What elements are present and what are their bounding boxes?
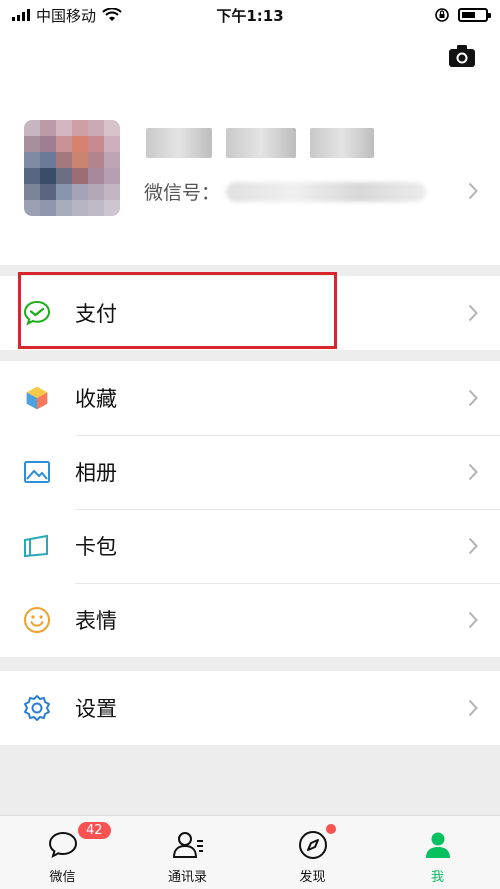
- wechat-pay-icon: [23, 300, 51, 326]
- wifi-icon: [102, 8, 122, 21]
- wechat-id-label: 微信号：: [144, 182, 221, 204]
- settings-gear-icon: [24, 695, 50, 721]
- chevron-right-icon: [468, 463, 478, 481]
- chevron-right-icon: [468, 537, 478, 555]
- menu-item-album[interactable]: 相册: [0, 435, 500, 509]
- album-image-icon: [24, 461, 50, 483]
- chevron-right-icon: [468, 182, 478, 200]
- tab-discover[interactable]: 发现: [250, 816, 375, 889]
- chat-bubble-icon: [48, 831, 77, 858]
- menu-item-card-wallet[interactable]: 卡包: [0, 509, 500, 583]
- status-bar: 中国移动 下午1:13: [0, 0, 500, 30]
- menu-group-settings: 设置: [0, 671, 500, 745]
- tab-label: 发现: [299, 870, 326, 885]
- notification-dot: [326, 824, 336, 834]
- wechat-id-blurred: [226, 181, 427, 202]
- menu-item-stickers[interactable]: 表情: [0, 583, 500, 657]
- tab-label: 通讯录: [167, 870, 207, 885]
- signal-icon: [12, 9, 30, 21]
- tab-bar: 42 微信 通讯录 发现 我: [0, 815, 500, 889]
- card-wallet-icon: [24, 534, 48, 558]
- menu-item-label: 表情: [75, 609, 117, 633]
- menu-item-label: 设置: [75, 697, 117, 721]
- chevron-right-icon: [468, 304, 478, 322]
- tab-label: 微信: [49, 870, 76, 885]
- unread-badge: 42: [78, 822, 111, 839]
- battery-icon: [458, 8, 491, 22]
- chevron-right-icon: [468, 699, 478, 717]
- menu-group-tools: 收藏 相册 卡包 表情: [0, 361, 500, 657]
- profile-header[interactable]: 微信号：: [0, 30, 500, 265]
- menu-item-label: 卡包: [75, 535, 117, 559]
- camera-icon[interactable]: [448, 44, 476, 68]
- contacts-icon: [172, 832, 203, 858]
- tab-me[interactable]: 我: [375, 816, 500, 889]
- smiley-icon: [24, 607, 50, 633]
- menu-group-pay: 支付: [0, 276, 500, 350]
- menu-item-label: 相册: [75, 461, 117, 485]
- tab-chats[interactable]: 42 微信: [0, 816, 125, 889]
- carrier-name: 中国移动: [36, 6, 97, 25]
- nickname-blurred: [146, 128, 374, 158]
- chevron-right-icon: [468, 389, 478, 407]
- menu-item-label: 支付: [75, 302, 117, 326]
- favorites-cube-icon: [25, 385, 49, 411]
- menu-item-label: 收藏: [75, 387, 117, 411]
- avatar[interactable]: [24, 120, 120, 216]
- chevron-right-icon: [468, 611, 478, 629]
- tab-label: 我: [430, 870, 444, 885]
- orientation-lock-icon: [435, 8, 449, 22]
- me-person-icon: [425, 832, 450, 858]
- menu-item-settings[interactable]: 设置: [0, 671, 500, 745]
- tab-contacts[interactable]: 通讯录: [125, 816, 250, 889]
- menu-item-pay[interactable]: 支付: [0, 276, 500, 350]
- discover-compass-icon: [298, 831, 327, 859]
- menu-item-favorites[interactable]: 收藏: [0, 361, 500, 435]
